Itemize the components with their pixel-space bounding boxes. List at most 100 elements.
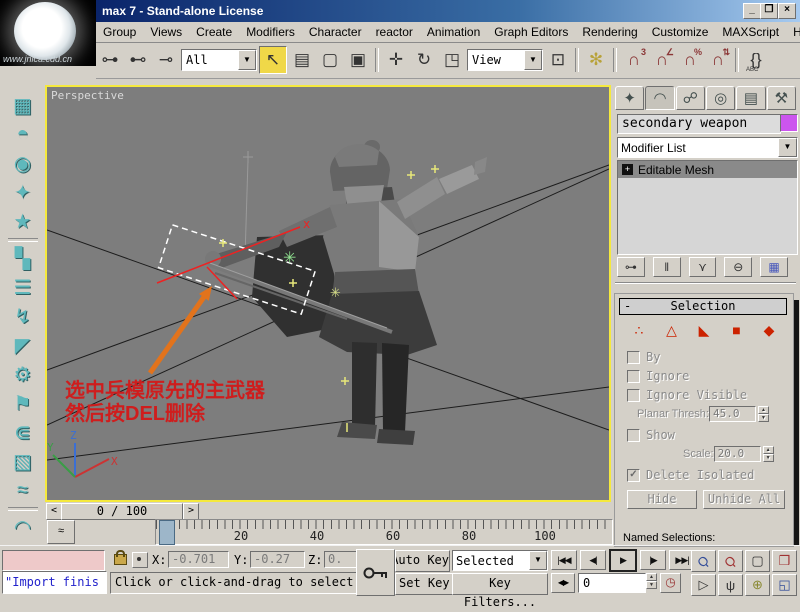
menu-item[interactable]: MAXScript [715,23,786,41]
modifier-stack[interactable]: + Editable Mesh [617,160,798,255]
element-subobject-icon[interactable]: ◆ [759,322,779,342]
timeline-ruler[interactable]: 020406080100 [155,519,613,545]
tab-display[interactable]: ▤ [736,86,765,110]
window-crossing-toggle[interactable]: ▣ ▼ [345,47,371,73]
minimize-button[interactable]: _ [743,3,761,19]
selection-lock-icon[interactable] [114,554,127,565]
menu-item[interactable]: Modifiers [239,23,302,41]
rect-selection-region-tool[interactable]: ▢ ▼ [317,47,343,73]
tab-particles-icon[interactable]: ★ [6,207,40,236]
dropdown-arrow-icon[interactable]: ▼ [778,138,797,157]
select-move-tool[interactable]: ✛ ▼ [383,47,409,73]
select-object-tool[interactable]: ↖ ▼ [259,46,287,74]
selection-filter-dropdown[interactable]: All ▼ [181,47,257,73]
tab-dynamics-icon[interactable]: ⋐ [6,418,40,447]
absolute-mode-icon[interactable] [132,552,148,568]
hide-button[interactable]: Hide [627,490,697,509]
menu-item[interactable]: Customize [645,23,716,41]
time-configuration-button[interactable]: ◷ [660,573,681,593]
polygon-subobject-icon[interactable]: ■ [727,322,747,342]
viewport-label[interactable]: Perspective [51,89,124,102]
go-to-start-button[interactable]: |◀◀ [551,550,577,570]
panel-scrollbar[interactable] [794,300,799,545]
y-coord-field[interactable]: -0.27 [250,551,305,568]
maxscript-listener[interactable]: "Import finis [2,571,107,594]
expand-icon[interactable]: + [622,164,633,175]
angle-snap-toggle[interactable]: ∩ ∠ ▼ [649,47,675,73]
tab-water-icon[interactable]: ≈ [6,476,40,505]
collapse-icon[interactable]: - [624,299,631,313]
tab-shapes-icon[interactable]: ◓ [6,120,40,149]
tab-lights-icon[interactable]: ✦ [6,178,40,207]
by-vertex-checkbox[interactable] [627,351,640,364]
close-button[interactable]: × [778,3,796,19]
current-frame-field[interactable]: 0 [578,573,646,593]
maximize-button[interactable]: ❐ [760,3,778,19]
select-and-link-icon[interactable]: ⊶ ▼ [97,47,123,73]
selection-rollout-header[interactable]: - Selection [619,298,787,315]
menu-item[interactable]: Character [302,23,369,41]
tab-utilities[interactable]: ⚒ [767,86,796,110]
tab-hierarchy[interactable]: ☍ [676,86,705,110]
menu-item[interactable]: Views [143,23,189,41]
fov-tool[interactable]: ▷ [691,574,716,596]
menu-item[interactable]: Group [96,23,143,41]
next-frame-button[interactable]: |▶ [640,550,666,570]
perspective-viewport[interactable]: x ✳ ✳ 选中兵模原先的主武器 然后按DEL删除 [45,85,611,502]
key-filter-dropdown[interactable]: Selected ▼ [452,550,548,571]
tab-compounds-icon[interactable]: ◉ [6,149,40,178]
menu-item[interactable]: Rendering [575,23,644,41]
tab-spacewarps-icon[interactable]: ☰ [6,273,40,302]
unlink-selection-icon[interactable]: ⊷ ▼ [125,47,151,73]
vertex-subobject-icon[interactable]: ∴ [629,322,649,342]
x-coord-field[interactable]: -0.701 [168,551,229,568]
set-key-button[interactable]: Set Key [395,573,453,595]
previous-frame-arrow[interactable]: < [46,503,62,520]
tab-objects-icon[interactable]: ▦ [6,91,40,120]
zoom-tool[interactable]: Ϙ [691,550,716,572]
named-selection-sets-icon[interactable]: {} ABC ▼ [743,47,769,73]
object-color-swatch[interactable] [780,114,798,132]
auto-key-button[interactable]: Auto Key [395,550,450,572]
scale-field[interactable]: 20.0 [714,446,761,462]
unhide-all-button[interactable]: Unhide All [703,490,785,509]
dropdown-arrow-icon[interactable]: ▼ [529,551,547,570]
tab-helpers-icon[interactable]: ▚ [6,244,40,273]
menu-item[interactable]: Graph Editors [487,23,575,41]
planar-thresh-field[interactable]: 45.0 [709,406,756,422]
tab-cameras-icon[interactable]: ◤ [6,331,40,360]
key-mode-toggle[interactable]: ◀▶ [551,573,575,593]
key-filters-button[interactable]: Key Filters... [452,573,548,595]
remove-modifier-button[interactable]: ⊖ [724,257,752,277]
menu-item[interactable]: Create [189,23,239,41]
snap-toggle-3d[interactable]: ∩ 3 ▼ [621,47,647,73]
select-manipulate-tool[interactable]: ✻ ▼ [583,47,609,73]
tab-rendering-icon[interactable]: ⚑ [6,389,40,418]
tab-modeling-icon[interactable]: ⚙ [6,360,40,389]
show-end-result-button[interactable]: ‖ [653,257,681,277]
frame-spinner[interactable]: ▲▼ [646,573,657,589]
scale-spinner[interactable]: ▲▼ [763,446,774,462]
play-button[interactable]: ▶ [609,549,637,572]
time-slider-handle[interactable] [159,520,175,545]
zoom-extents-tool[interactable]: ▢ [745,550,770,572]
ignore-visible-checkbox[interactable] [627,389,640,402]
tab-motion[interactable]: ◎ [706,86,735,110]
tab-arc-icon[interactable]: ◠ [6,513,40,542]
menu-item[interactable]: reactor [369,23,420,41]
maximize-viewport-toggle[interactable]: ◱ [772,574,797,596]
tab-fracture-icon[interactable]: ▧ [6,447,40,476]
percent-snap-toggle[interactable]: ∩ % ▼ [677,47,703,73]
tab-create[interactable]: ✦ [615,86,644,110]
pin-stack-button[interactable]: ⊶ [617,257,645,277]
modifier-list-dropdown[interactable]: Modifier List ▼ [617,137,798,158]
use-pivot-center-icon[interactable]: ⊡ ▼ [545,47,571,73]
tab-modify[interactable]: ◠ [645,86,674,110]
mini-curve-editor-button[interactable]: ≈ [47,520,75,544]
pan-hand-tool[interactable]: ψ [718,574,743,596]
ref-coord-dropdown[interactable]: View ▼ [467,47,543,73]
dropdown-arrow-icon[interactable]: ▼ [238,50,256,70]
zoom-all-tool[interactable]: Ϙ [718,550,743,572]
delete-isolated-checkbox[interactable]: ✓ [627,469,640,482]
arc-rotate-tool[interactable]: ⊕ [745,574,770,596]
